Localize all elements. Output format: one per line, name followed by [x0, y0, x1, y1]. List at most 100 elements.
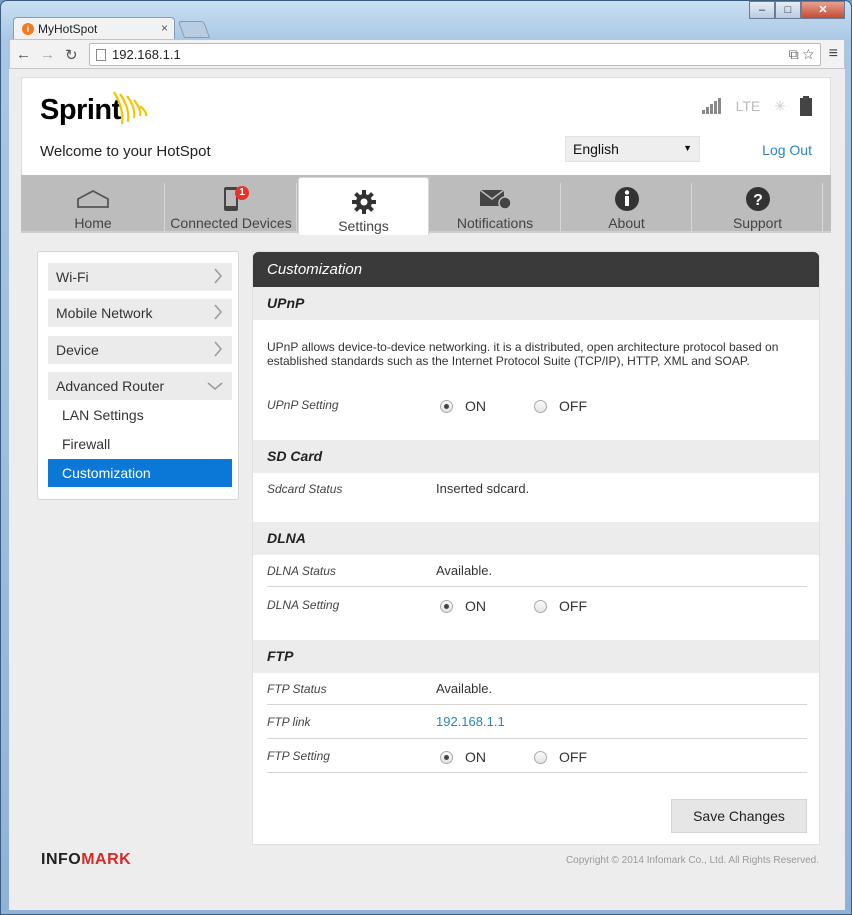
dlna-on-radio[interactable]: [440, 599, 453, 613]
dlna-setting-label: DLNA Setting: [267, 598, 340, 612]
maximize-button[interactable]: □: [775, 1, 801, 19]
language-value: English: [573, 141, 619, 157]
section-upnp-heading: UPnP: [253, 287, 819, 320]
dropdown-caret-icon: ▼: [683, 143, 692, 153]
upnp-on-radio[interactable]: [440, 399, 453, 413]
minimize-button[interactable]: –: [749, 1, 775, 19]
browser-toolbar: ← → ↻ 192.168.1.1 ⧉ ☆ ≡: [9, 39, 845, 69]
tab-connected-devices[interactable]: 1 Connected Devices: [165, 175, 297, 233]
sprint-logo: Sprint: [40, 94, 121, 126]
sidebar-subitem-customization[interactable]: Customization: [48, 459, 232, 487]
page-icon: [96, 49, 106, 61]
panel-title: Customization: [253, 252, 819, 287]
tab-label: Home: [74, 215, 112, 231]
radio-label: OFF: [559, 398, 587, 414]
tab-label: Notifications: [456, 215, 534, 231]
forward-icon[interactable]: →: [40, 46, 55, 63]
window-controls: – □ ✕: [749, 1, 845, 19]
tab-settings[interactable]: Settings: [298, 177, 429, 235]
section-ftp-heading: FTP: [253, 640, 819, 673]
address-text: 192.168.1.1: [112, 47, 181, 62]
section-dlna-heading: DLNA: [253, 522, 819, 555]
radio-label: ON: [465, 398, 486, 414]
network-type: LTE: [735, 98, 761, 114]
upnp-setting-label: UPnP Setting: [267, 398, 339, 412]
ftp-link-label: FTP link: [267, 715, 311, 729]
sidebar-item-advanced-router[interactable]: Advanced Router: [48, 372, 232, 400]
upnp-setting-radios: ON OFF: [440, 398, 587, 414]
ftp-status-label: FTP Status: [267, 682, 327, 696]
badge-count: 1: [235, 186, 249, 200]
sidebar-item-wifi[interactable]: Wi-Fi: [48, 263, 232, 291]
ftp-status-value: Available.: [436, 681, 493, 696]
main-nav: Home 1 Connected Devices Settings Notifi…: [21, 175, 831, 235]
close-tab-icon[interactable]: ×: [161, 21, 168, 35]
logout-link[interactable]: Log Out: [762, 142, 812, 158]
ftp-on-radio[interactable]: [440, 750, 453, 764]
battery-icon: [800, 96, 812, 116]
infomark-logo: INFOMARK: [41, 851, 131, 869]
tab-home[interactable]: Home: [21, 175, 165, 233]
info-icon: [561, 185, 692, 213]
radio-label: OFF: [559, 749, 587, 765]
radio-label: ON: [465, 598, 486, 614]
tab-title: MyHotSpot: [38, 22, 98, 36]
close-window-button[interactable]: ✕: [801, 1, 845, 19]
tab-about[interactable]: About: [561, 175, 692, 233]
divider: [267, 586, 807, 587]
ftp-link[interactable]: 192.168.1.1: [436, 714, 505, 729]
language-select[interactable]: English ▼: [565, 136, 700, 162]
upnp-off-radio[interactable]: [534, 399, 547, 413]
sidebar-subitem-lan-settings[interactable]: LAN Settings: [48, 401, 232, 429]
signal-icon: [701, 98, 721, 114]
divider: [267, 772, 807, 773]
divider: [267, 738, 807, 739]
tab-support[interactable]: ? Support: [692, 175, 823, 233]
page-viewport: Sprint Welcome to your HotSpot LTE ✳ Eng…: [9, 69, 845, 910]
device-status: LTE ✳: [701, 96, 812, 116]
save-changes-button[interactable]: Save Changes: [671, 799, 807, 833]
welcome-text: Welcome to your HotSpot: [40, 143, 211, 160]
radio-label: ON: [465, 749, 486, 765]
tab-label: Connected Devices: [170, 215, 292, 231]
dlna-status-label: DLNA Status: [267, 564, 336, 578]
back-icon[interactable]: ←: [16, 46, 31, 63]
divider: [267, 704, 807, 705]
sidebar-item-device[interactable]: Device: [48, 336, 232, 364]
dlna-off-radio[interactable]: [534, 599, 547, 613]
sync-icon: ✳: [774, 97, 786, 114]
chevron-right-icon: [214, 268, 222, 284]
browser-window: i MyHotSpot × – □ ✕ ← → ↻ 192.168.1.1 ⧉ …: [0, 0, 852, 915]
copyright-text: Copyright © 2014 Infomark Co., Ltd. All …: [565, 855, 819, 866]
phone-icon: 1: [165, 185, 297, 213]
tab-label: Support: [732, 215, 783, 231]
browser-tab[interactable]: i MyHotSpot ×: [13, 17, 175, 39]
section-sdcard-heading: SD Card: [253, 440, 819, 473]
address-bar[interactable]: 192.168.1.1 ⧉ ☆: [89, 43, 821, 66]
sidebar-item-label: Device: [56, 342, 99, 358]
reload-icon[interactable]: ↻: [65, 46, 78, 64]
dlna-setting-radios: ON OFF: [440, 598, 587, 614]
settings-sidebar: Wi-Fi Mobile Network Device Advanced Rou…: [37, 251, 239, 500]
new-tab-button[interactable]: [177, 21, 211, 38]
favicon-icon: i: [22, 23, 34, 35]
sidebar-item-mobile-network[interactable]: Mobile Network: [48, 299, 232, 327]
chevron-down-icon: [207, 382, 223, 390]
translate-bookmark-icons[interactable]: ⧉ ☆: [789, 46, 814, 63]
sidebar-item-label: Wi-Fi: [56, 269, 89, 285]
sidebar-subitem-firewall[interactable]: Firewall: [48, 430, 232, 458]
dlna-status-value: Available.: [436, 563, 493, 578]
tab-label: About: [608, 215, 645, 231]
logo-part: INFO: [41, 851, 82, 868]
sdcard-status-label: Sdcard Status: [267, 482, 343, 496]
ftp-off-radio[interactable]: [534, 750, 547, 764]
sprint-wing-icon: [113, 91, 148, 125]
sdcard-status-value: Inserted sdcard.: [436, 481, 530, 496]
page-header: Sprint Welcome to your HotSpot LTE ✳ Eng…: [21, 77, 831, 175]
upnp-description: UPnP allows device-to-device networking.…: [267, 340, 779, 368]
home-icon: [21, 185, 165, 213]
tab-notifications[interactable]: Notifications: [429, 175, 561, 233]
svg-text:?: ?: [753, 192, 763, 209]
browser-menu-icon[interactable]: ≡: [829, 45, 838, 63]
radio-label: OFF: [559, 598, 587, 614]
